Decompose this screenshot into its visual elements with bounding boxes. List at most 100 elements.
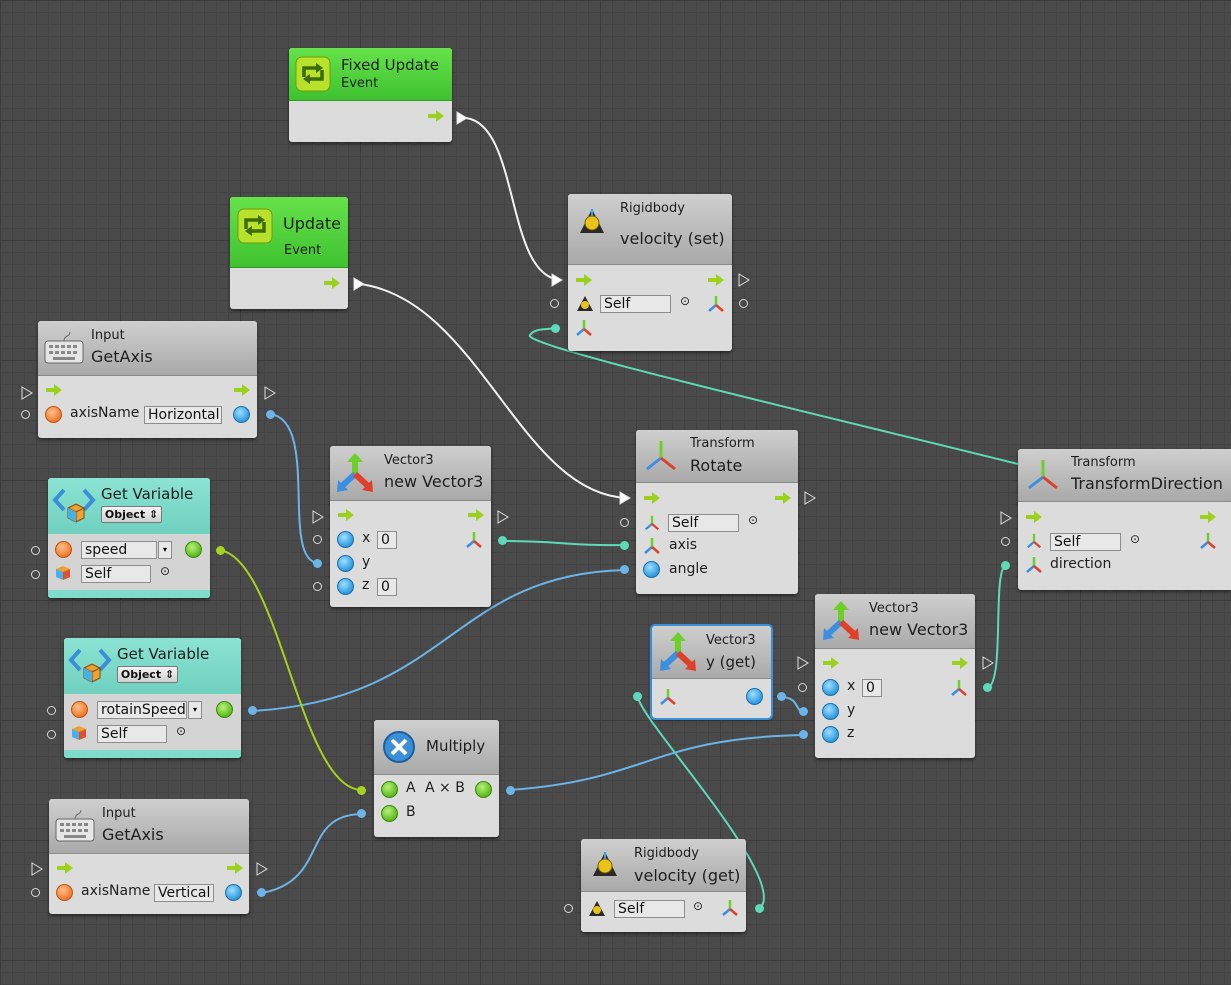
flow-out-port[interactable]	[264, 386, 276, 400]
value-in-port[interactable]	[313, 535, 322, 544]
variable-name-dropdown-icon[interactable]: ▾	[188, 701, 202, 719]
flow-out-port[interactable]	[804, 491, 816, 505]
input-getaxis-vertical-node[interactable]: Input GetAxis axisName Vertical	[49, 799, 249, 914]
vector3-new-node-1[interactable]: Vector3 new Vector3 x 0 y z 0	[330, 446, 491, 607]
value-in-port[interactable]	[564, 904, 573, 913]
value-in-port[interactable]	[798, 683, 807, 692]
variable-kind-dropdown[interactable]: Object ⇕	[101, 506, 162, 523]
target-field[interactable]: Self	[97, 725, 167, 743]
target-field[interactable]: Self	[600, 295, 671, 313]
flow-out-arrow-icon	[227, 862, 243, 874]
vector3-y-get-node[interactable]: Vector3 y (get)	[650, 624, 773, 720]
flow-in-port[interactable]	[797, 656, 809, 670]
target-field[interactable]: Self	[1050, 533, 1121, 551]
z-field[interactable]: 0	[377, 578, 397, 596]
axes-icon	[1026, 557, 1042, 573]
value-in-port[interactable]	[550, 299, 559, 308]
vector3-new-node-2[interactable]: Vector3 new Vector3 x 0 y z	[815, 594, 975, 758]
vector-in-port[interactable]	[633, 692, 642, 701]
transform-direction-node[interactable]: Transform TransformDirection Self ⊙ dire…	[1018, 449, 1231, 590]
float-out-port[interactable]	[777, 692, 786, 701]
float-in-port[interactable]	[620, 565, 629, 574]
target-picker-icon[interactable]: ⊙	[693, 899, 703, 913]
flow-out-port[interactable]	[456, 111, 468, 125]
x-field[interactable]: 0	[377, 531, 397, 549]
float-out-port[interactable]	[506, 786, 515, 795]
node-subtitle: Event	[341, 76, 379, 91]
target-picker-icon[interactable]: ⊙	[748, 513, 758, 527]
target-field[interactable]: Self	[668, 514, 739, 532]
value-in-port[interactable]	[1001, 537, 1010, 546]
float-out-port[interactable]	[248, 706, 257, 715]
value-in-port[interactable]	[620, 518, 629, 527]
input-getaxis-horizontal-node[interactable]: Input GetAxis axisName Horizontal	[38, 321, 257, 438]
target-picker-icon[interactable]: ⊙	[1130, 532, 1140, 546]
object-input-icon	[381, 805, 398, 822]
value-in-port[interactable]	[31, 570, 40, 579]
flow-out-arrow-icon	[1200, 511, 1216, 523]
target-picker-icon[interactable]: ⊙	[176, 724, 186, 738]
flow-out-port[interactable]	[256, 862, 268, 876]
wire-float-axisv-to-b	[261, 813, 363, 894]
value-in-port[interactable]	[31, 888, 40, 897]
vector-out-port[interactable]	[983, 683, 992, 692]
value-in-port[interactable]	[31, 546, 40, 555]
rigidbody-velocity-get-node[interactable]: Rigidbody velocity (get) Self ⊙	[581, 839, 746, 932]
float-out-port[interactable]	[266, 410, 275, 419]
axisname-field[interactable]: Vertical	[154, 884, 214, 902]
float-output-icon	[233, 406, 250, 423]
node-category: Vector3	[869, 601, 919, 616]
target-picker-icon[interactable]: ⊙	[680, 294, 690, 308]
object-input-icon	[381, 781, 398, 798]
value-in-port[interactable]	[21, 410, 30, 419]
axisname-field[interactable]: Horizontal	[144, 406, 222, 424]
vector-arrows-icon	[823, 601, 859, 640]
object-out-port[interactable]	[216, 546, 225, 555]
flow-out-port[interactable]	[738, 273, 750, 287]
target-field[interactable]: Self	[614, 900, 685, 918]
variable-kind-dropdown[interactable]: Object ⇕	[117, 666, 178, 683]
float-in-port[interactable]	[357, 809, 366, 818]
get-variable-speed-node[interactable]: Get Variable Object ⇕ speed ▾ Self ⊙	[48, 478, 210, 598]
vector-in-port[interactable]	[1001, 561, 1010, 570]
value-out-port[interactable]	[739, 299, 748, 308]
target-field[interactable]: Self	[81, 565, 151, 583]
float-input-icon	[337, 578, 354, 595]
variable-name-field[interactable]: speed	[81, 541, 157, 559]
variable-name-dropdown-icon[interactable]: ▾	[158, 541, 172, 559]
flow-in-port[interactable]	[31, 862, 43, 876]
float-out-port[interactable]	[257, 888, 266, 897]
x-label: x	[362, 530, 371, 546]
flow-in-port[interactable]	[1000, 511, 1012, 525]
flow-in-port[interactable]	[619, 491, 631, 505]
vector-out-port[interactable]	[498, 536, 507, 545]
fixed-update-node[interactable]: Fixed Update Event	[289, 48, 452, 142]
string-type-icon	[71, 701, 88, 718]
target-picker-icon[interactable]: ⊙	[160, 564, 170, 578]
transform-rotate-node[interactable]: Transform Rotate Self ⊙ axis angle	[636, 430, 798, 594]
flow-in-port[interactable]	[551, 273, 563, 287]
vector-out-port[interactable]	[755, 904, 764, 913]
flow-in-port[interactable]	[312, 510, 324, 524]
value-in-port[interactable]	[47, 706, 56, 715]
vector-in-port[interactable]	[620, 541, 629, 550]
variable-name-field[interactable]: rotainSpeed	[97, 701, 187, 719]
update-node[interactable]: Update Event	[230, 197, 348, 309]
float-in-port[interactable]	[799, 730, 808, 739]
multiply-node[interactable]: Multiply A A × B B	[374, 720, 499, 837]
rigidbody-velocity-set-node[interactable]: Rigidbody velocity (set) Self ⊙	[568, 194, 732, 351]
value-in-port[interactable]	[313, 582, 322, 591]
vector-arrows-icon	[337, 453, 373, 492]
get-variable-rotainspeed-node[interactable]: Get Variable Object ⇕ rotainSpeed ▾ Self…	[64, 638, 241, 758]
flow-out-port[interactable]	[982, 656, 994, 670]
float-in-port[interactable]	[799, 707, 808, 716]
b-label: B	[406, 804, 416, 820]
float-in-port[interactable]	[313, 559, 322, 568]
flow-out-port[interactable]	[353, 277, 365, 291]
value-in-port[interactable]	[47, 730, 56, 739]
flow-out-port[interactable]	[497, 510, 509, 524]
object-in-port[interactable]	[357, 786, 366, 795]
flow-in-port[interactable]	[21, 386, 33, 400]
x-field[interactable]: 0	[862, 679, 882, 697]
vector-in-port[interactable]	[551, 324, 560, 333]
